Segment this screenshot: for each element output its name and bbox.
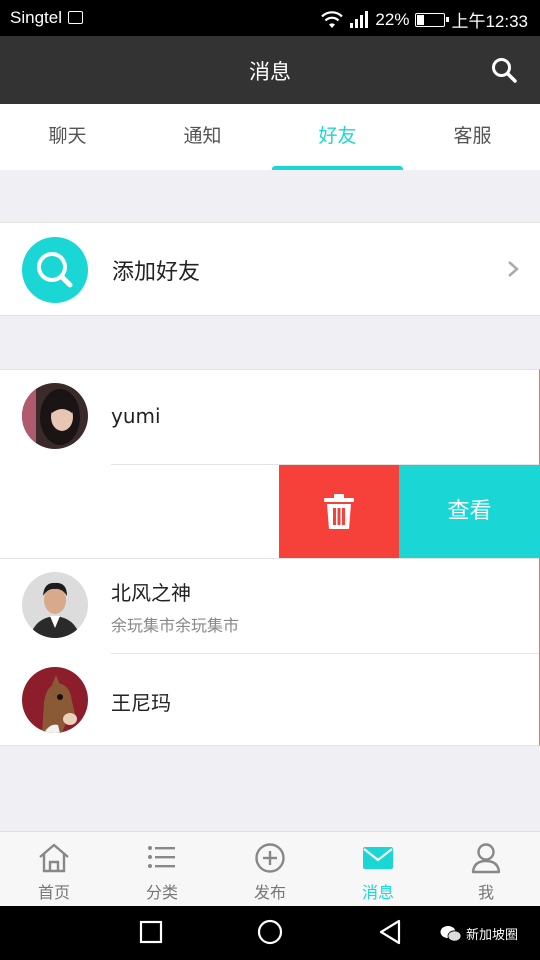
battery-icon: [415, 12, 450, 27]
avatar: [22, 383, 88, 449]
tab-label: 首页: [37, 883, 70, 902]
tab-bar-top: 聊天 通知 好友 客服: [0, 104, 540, 170]
signal-icon: [350, 10, 369, 28]
list-item[interactable]: yumi: [0, 370, 540, 465]
tab-chat[interactable]: 聊天: [0, 104, 135, 170]
friend-subtitle: 余玩集市余玩集市: [111, 616, 240, 635]
friend-name: yumi: [111, 404, 161, 428]
clock: 上午12:33: [451, 12, 528, 31]
add-friend-row[interactable]: 添加好友: [0, 222, 540, 316]
tab-label: 客服: [453, 125, 492, 147]
chevron-right-icon: [508, 261, 519, 277]
status-bar: Singtel 22% 上午12:33: [0, 0, 540, 36]
home-button-icon[interactable]: [257, 919, 283, 945]
trash-icon: [324, 494, 354, 529]
friend-name: 王尼玛: [111, 691, 171, 715]
status-right: 22% 上午12:33: [321, 7, 528, 32]
tab-friends[interactable]: 好友: [270, 104, 405, 170]
tab-home[interactable]: 首页: [0, 832, 108, 906]
sim-icon: [68, 11, 83, 24]
search-icon[interactable]: [490, 56, 518, 84]
page-title: 消息: [249, 60, 291, 84]
mail-icon: [363, 847, 393, 869]
recents-button-icon[interactable]: [139, 920, 163, 944]
tab-label: 我: [477, 883, 494, 902]
view-button[interactable]: 查看: [399, 465, 540, 559]
tab-label: 消息: [361, 883, 394, 902]
tab-customer-service[interactable]: 客服: [405, 104, 540, 170]
list-item[interactable]: 王尼玛: [0, 654, 540, 747]
list-item[interactable]: 北风之神 余玩集市余玩集市: [0, 559, 540, 653]
friend-list: yumi 查看 北风之神 余玩集市余玩集市 王尼玛: [0, 369, 540, 746]
home-icon: [39, 843, 69, 873]
watermark-text: 新加坡圈: [466, 928, 519, 943]
tab-label: 好友: [318, 125, 357, 147]
tab-me[interactable]: 我: [432, 832, 540, 906]
tab-label: 通知: [183, 125, 222, 147]
tab-category[interactable]: 分类: [108, 832, 216, 906]
list-icon: [148, 846, 175, 868]
avatar: [22, 667, 88, 733]
tab-publish[interactable]: 发布: [216, 832, 324, 906]
delete-button[interactable]: [279, 465, 399, 559]
tab-label: 发布: [253, 883, 286, 902]
plus-circle-icon: [255, 843, 285, 873]
watermark: 新加坡圈: [440, 924, 518, 943]
tab-label: 聊天: [48, 125, 87, 147]
avatar: [22, 572, 88, 638]
system-navigation-bar: 新加坡圈: [0, 906, 540, 960]
user-icon: [471, 843, 501, 874]
wechat-icon: [440, 925, 462, 942]
friend-name: 北风之神: [111, 581, 191, 605]
add-friend-search-icon: [22, 237, 88, 303]
battery-percent: 22%: [375, 9, 410, 29]
carrier-name: Singtel: [10, 8, 62, 27]
swipe-actions: 查看: [279, 465, 540, 559]
tab-messages[interactable]: 消息: [324, 832, 432, 906]
tab-label: 分类: [145, 883, 178, 902]
wifi-icon: [321, 10, 344, 28]
active-tab-indicator: [272, 166, 403, 170]
tab-notifications[interactable]: 通知: [135, 104, 270, 170]
bottom-tab-bar: 首页 分类 发布 消息 我: [0, 831, 540, 906]
navigation-bar: 消息: [0, 36, 540, 104]
add-friend-label: 添加好友: [112, 260, 201, 285]
back-button-icon[interactable]: [378, 919, 402, 945]
